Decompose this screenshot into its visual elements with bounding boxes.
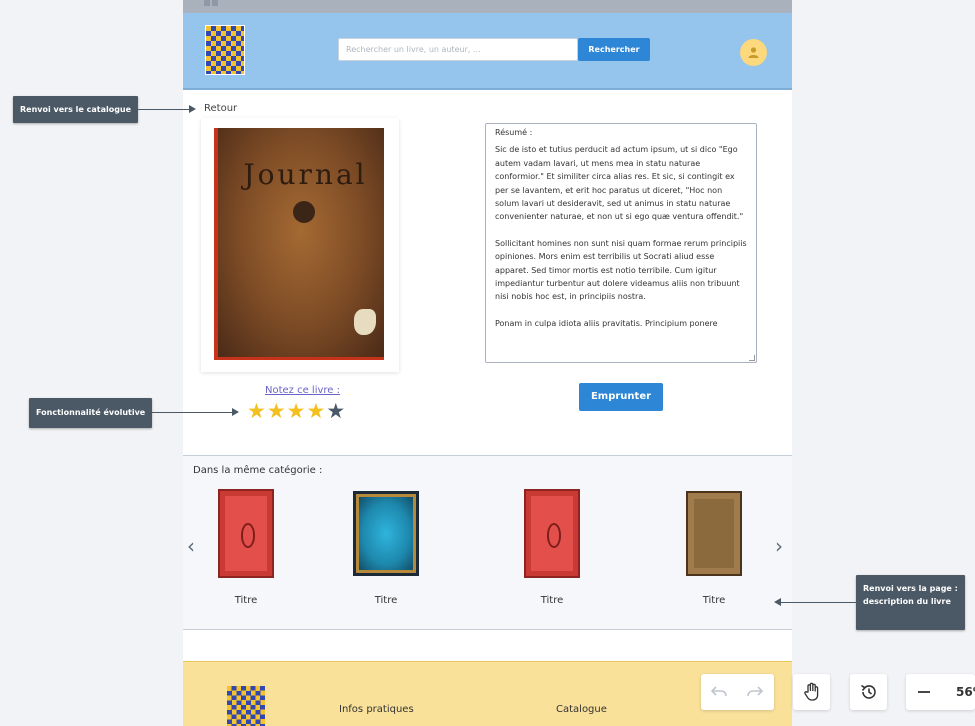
history-button[interactable] <box>850 674 887 710</box>
annotation-connector <box>133 109 191 110</box>
rating-stars[interactable]: ★★★★★ <box>247 399 346 423</box>
arrow-right-icon <box>189 105 196 113</box>
history-icon <box>861 684 876 699</box>
wireframe-frame: Rechercher un livre, un auteur, ... Rech… <box>183 0 792 726</box>
undo-redo-group <box>701 674 774 710</box>
footer-catalogue-link[interactable]: Catalogue <box>556 704 607 715</box>
annotation-evolutive: Fonctionnalité évolutive <box>29 398 153 428</box>
resize-handle-icon[interactable] <box>749 355 755 361</box>
book-cover-card: Journal <box>201 118 399 372</box>
related-book[interactable]: Titre <box>218 489 274 609</box>
annotation-page-line: description du livre <box>863 597 951 606</box>
user-icon <box>748 47 759 58</box>
cover-title-text: Journal <box>243 158 368 191</box>
zoom-control: 56% <box>906 674 975 710</box>
summary-paragraph: Ponam in culpa idiota aliis pravitatis. … <box>495 318 718 328</box>
book-cover-image: Journal <box>214 128 384 360</box>
redo-icon[interactable] <box>747 685 763 699</box>
related-title: Dans la même catégorie : <box>193 465 323 476</box>
annotation-connector <box>781 602 856 603</box>
site-header: Rechercher un livre, un auteur, ... Rech… <box>183 13 792 90</box>
related-book[interactable]: Titre <box>686 491 742 609</box>
arrow-left-icon <box>774 598 781 606</box>
rate-label: Notez ce livre : <box>265 385 340 396</box>
frame-dot <box>212 0 218 6</box>
footer-logo[interactable] <box>227 686 265 726</box>
star-icon[interactable]: ★ <box>247 399 267 423</box>
zoom-level[interactable]: 56% <box>956 685 975 699</box>
hand-icon <box>804 682 819 701</box>
summary-paragraph: Sollicitant homines non sunt nisi quam f… <box>495 238 747 302</box>
related-books-section: Dans la même catégorie : ‹ › Titre Titre… <box>183 455 792 630</box>
related-book[interactable]: Titre <box>524 489 580 609</box>
book-thumbnail[interactable] <box>353 491 419 576</box>
back-link[interactable]: Retour <box>204 103 237 114</box>
related-book[interactable]: Titre <box>353 491 419 609</box>
undo-icon[interactable] <box>711 685 727 699</box>
star-icon[interactable]: ★ <box>306 399 326 423</box>
summary-textarea[interactable]: Résumé : Sic de isto et tutius perducit … <box>485 123 757 363</box>
frame-dot <box>204 0 210 6</box>
star-icon[interactable]: ★ <box>267 399 287 423</box>
book-thumbnail[interactable] <box>524 489 580 578</box>
search-button[interactable]: Rechercher <box>578 38 650 61</box>
arrow-right-icon <box>232 408 239 416</box>
footer-infos-link[interactable]: Infos pratiques <box>339 704 414 715</box>
frame-topbar <box>183 0 792 13</box>
annotation-page-line: Renvoi vers la page : <box>863 584 958 593</box>
carousel-prev-icon[interactable]: ‹ <box>187 536 195 556</box>
summary-paragraph: Sic de isto et tutius perducit ad actum … <box>495 145 744 222</box>
book-thumbnail[interactable] <box>218 489 274 578</box>
book-thumbnail[interactable] <box>686 491 742 576</box>
borrow-button[interactable]: Emprunter <box>579 383 663 411</box>
summary-label: Résumé : <box>495 128 533 137</box>
cover-wear-patch <box>354 309 376 335</box>
annotation-catalogue: Renvoi vers le catalogue <box>13 96 139 123</box>
user-avatar[interactable] <box>740 39 767 66</box>
zoom-out-icon[interactable] <box>917 685 931 699</box>
star-empty-icon[interactable]: ★ <box>326 399 346 423</box>
cover-ornament <box>293 201 315 223</box>
annotation-connector <box>146 412 234 413</box>
book-title[interactable]: Titre <box>353 595 419 606</box>
search-input[interactable]: Rechercher un livre, un auteur, ... <box>338 38 578 61</box>
library-logo[interactable] <box>205 25 245 75</box>
book-title[interactable]: Titre <box>686 595 742 606</box>
star-icon[interactable]: ★ <box>287 399 307 423</box>
hand-tool-button[interactable] <box>793 674 830 710</box>
book-title[interactable]: Titre <box>524 595 580 606</box>
book-title[interactable]: Titre <box>218 595 274 606</box>
annotation-page: Renvoi vers la page : description du liv… <box>856 575 965 630</box>
carousel-next-icon[interactable]: › <box>775 536 783 556</box>
